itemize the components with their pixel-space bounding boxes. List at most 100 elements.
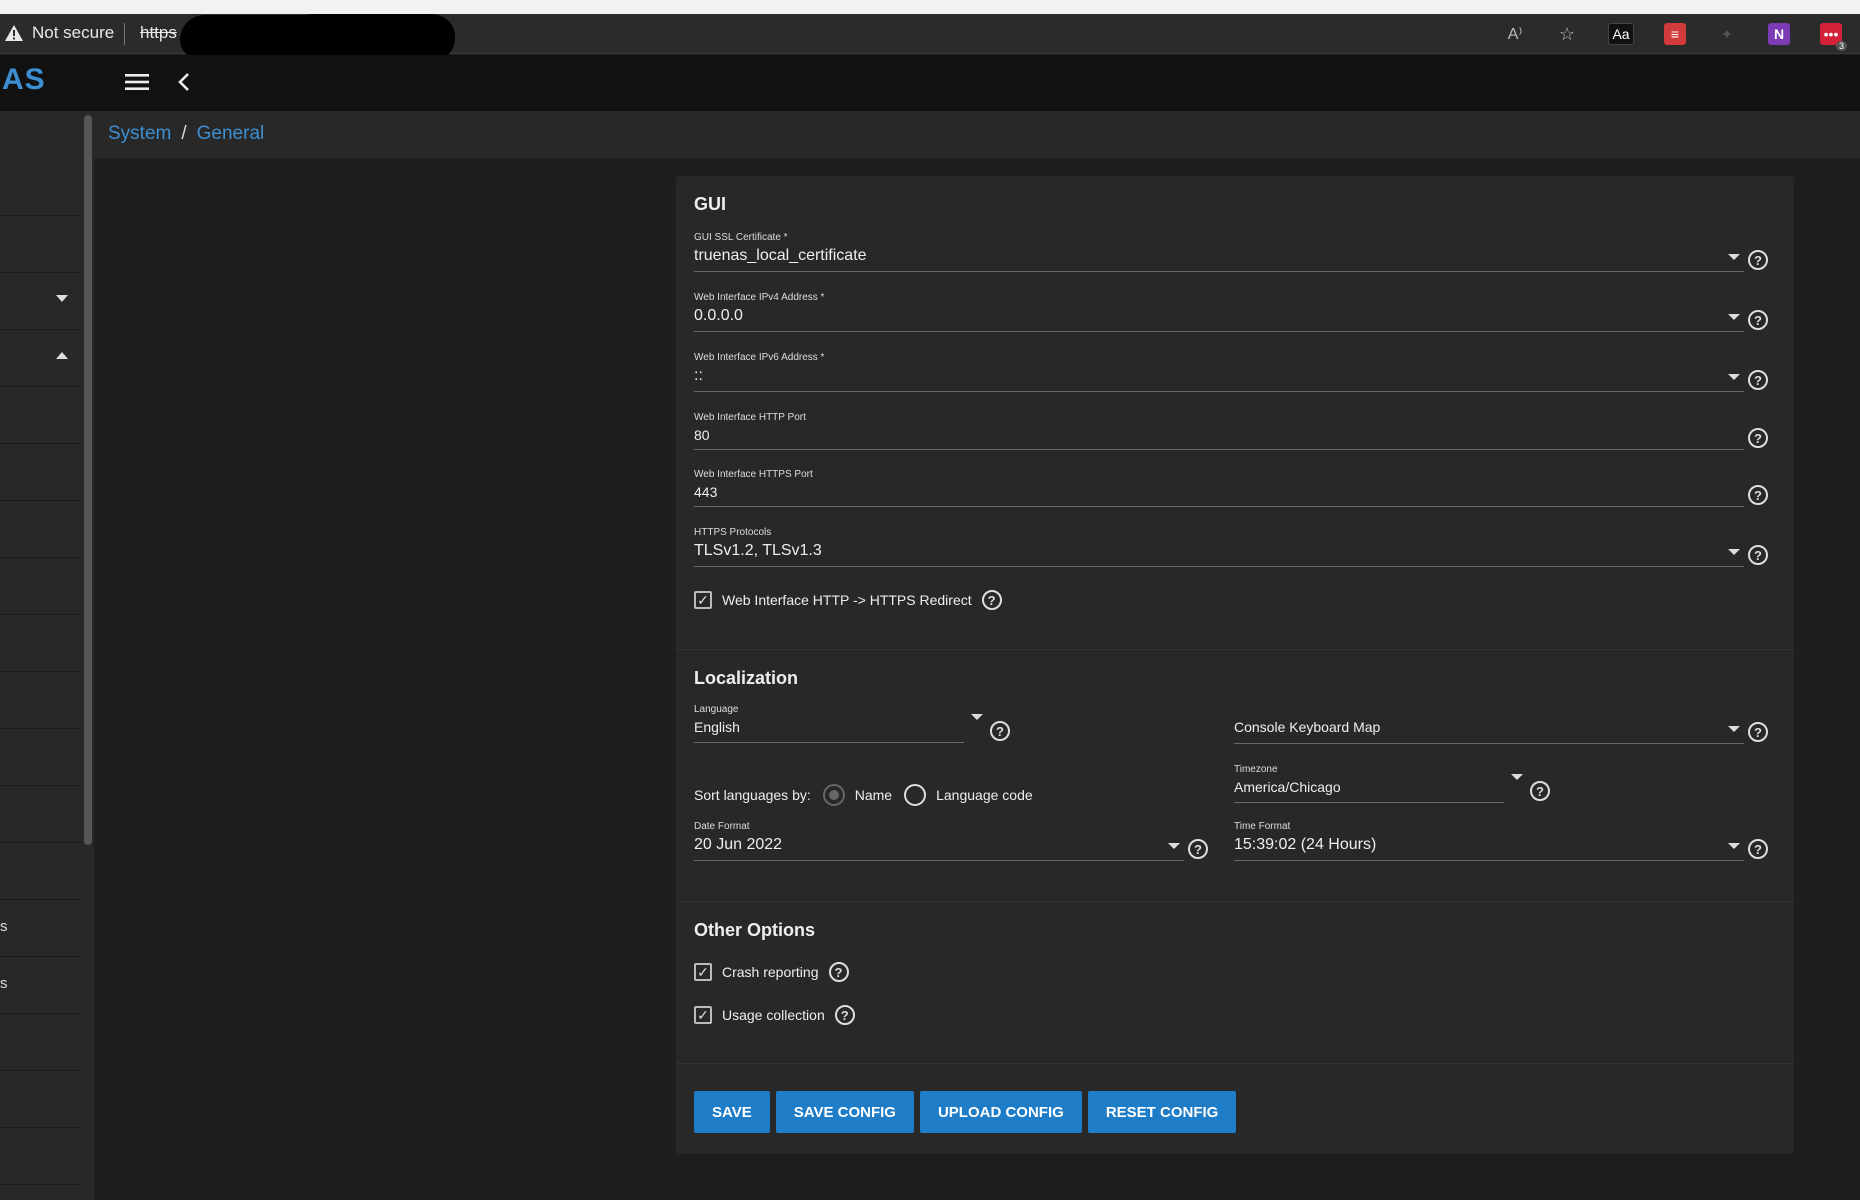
ipv6-address-select[interactable]: Web Interface IPv6 Address * :: ?	[694, 352, 1776, 392]
sidebar: s s	[0, 111, 94, 1200]
app-toolbar: AS	[0, 55, 1860, 111]
help-icon[interactable]: ?	[1748, 428, 1768, 448]
field-value: TLSv1.2, TLSv1.3	[694, 542, 822, 559]
field-underline	[1234, 802, 1504, 803]
https-port-input[interactable]: Web Interface HTTPS Port 443 ?	[694, 469, 1776, 509]
sidebar-item[interactable]	[0, 615, 82, 672]
help-icon[interactable]: ?	[1748, 250, 1768, 270]
notification-extension-icon[interactable]: ••• 3	[1820, 23, 1847, 51]
usage-collection-checkbox-row[interactable]: ✓ Usage collection ?	[694, 1005, 855, 1025]
field-value: English	[694, 719, 740, 735]
hamburger-menu-icon[interactable]	[124, 71, 150, 93]
todoist-extension-icon[interactable]: ≡	[1664, 23, 1686, 45]
sort-by-name-radio[interactable]	[822, 784, 845, 806]
sidebar-item[interactable]	[0, 444, 82, 501]
security-indicator[interactable]: Not secure	[4, 23, 114, 43]
help-icon[interactable]: ?	[990, 721, 1010, 741]
disabled-extension-icon[interactable]: ✦	[1716, 23, 1738, 45]
app-logo[interactable]: AS	[2, 63, 46, 97]
sidebar-item[interactable]	[0, 159, 82, 216]
help-icon[interactable]: ?	[1748, 485, 1768, 505]
console-keyboard-map-select[interactable]: Console Keyboard Map ?	[1234, 704, 1776, 744]
help-icon[interactable]: ?	[981, 590, 1002, 610]
field-underline	[694, 331, 1744, 332]
sidebar-item[interactable]: s	[0, 957, 82, 1014]
sidebar-item[interactable]	[0, 672, 82, 729]
help-icon[interactable]: ?	[1748, 839, 1768, 859]
time-format-select[interactable]: Time Format 15:39:02 (24 Hours) ?	[1234, 821, 1776, 861]
https-redirect-checkbox-row[interactable]: ✓ Web Interface HTTP -> HTTPS Redirect ?	[694, 590, 1002, 610]
field-value: 15:39:02 (24 Hours)	[1234, 836, 1377, 853]
sidebar-item[interactable]	[0, 501, 82, 558]
crash-reporting-checkbox[interactable]: ✓	[694, 963, 712, 981]
url-text[interactable]: https	[140, 23, 177, 43]
dropdown-arrow-icon[interactable]	[1168, 843, 1180, 849]
dropdown-arrow-icon[interactable]	[1728, 549, 1740, 555]
save-config-button[interactable]: SAVE CONFIG	[775, 1091, 914, 1133]
reader-font-icon[interactable]: Aa	[1608, 23, 1634, 45]
sidebar-item[interactable]	[0, 729, 82, 786]
sidebar-scrollbar[interactable]	[84, 115, 92, 845]
sidebar-item[interactable]	[0, 786, 82, 843]
field-underline	[694, 860, 1184, 861]
help-icon[interactable]: ?	[1748, 722, 1768, 742]
language-select[interactable]: Language English ?	[694, 704, 1014, 744]
dropdown-arrow-icon[interactable]	[1728, 843, 1740, 849]
sidebar-item[interactable]	[0, 216, 82, 273]
sidebar-item[interactable]	[0, 558, 82, 615]
reset-config-button[interactable]: RESET CONFIG	[1087, 1091, 1237, 1133]
upload-config-button[interactable]: UPLOAD CONFIG	[919, 1091, 1082, 1133]
sidebar-item[interactable]: s	[0, 900, 82, 957]
dropdown-arrow-icon[interactable]	[1511, 774, 1523, 780]
https-redirect-checkbox[interactable]: ✓	[694, 591, 712, 609]
help-icon[interactable]: ?	[1748, 370, 1768, 390]
field-value: America/Chicago	[1234, 779, 1341, 795]
dropdown-arrow-icon[interactable]	[1728, 374, 1740, 380]
field-value: 0.0.0.0	[694, 307, 743, 324]
help-icon[interactable]: ?	[834, 1005, 855, 1025]
breadcrumb-system[interactable]: System	[108, 123, 171, 145]
usage-collection-checkbox[interactable]: ✓	[694, 1006, 712, 1024]
sidebar-item[interactable]	[0, 1014, 82, 1071]
breadcrumb-general[interactable]: General	[197, 123, 265, 145]
onenote-extension-icon[interactable]: N	[1768, 23, 1790, 45]
dropdown-arrow-icon[interactable]	[971, 714, 983, 720]
dropdown-arrow-icon[interactable]	[1728, 254, 1740, 260]
expand-more-icon	[56, 295, 68, 302]
add-favorite-icon[interactable]: ☆	[1556, 23, 1578, 45]
checkbox-label: Web Interface HTTP -> HTTPS Redirect	[722, 592, 972, 608]
https-protocols-select[interactable]: HTTPS Protocols TLSv1.2, TLSv1.3 ?	[694, 527, 1776, 567]
warning-icon	[5, 25, 23, 41]
sidebar-item[interactable]	[0, 387, 82, 444]
help-icon[interactable]: ?	[1748, 310, 1768, 330]
sort-languages-radio-group: Sort languages by: Name Language code	[694, 784, 1033, 806]
sidebar-item[interactable]	[0, 843, 82, 900]
ipv4-address-select[interactable]: Web Interface IPv4 Address * 0.0.0.0 ?	[694, 292, 1776, 332]
read-aloud-icon[interactable]: A⁾	[1504, 23, 1526, 45]
sidebar-item[interactable]	[0, 1128, 82, 1185]
action-buttons: SAVE SAVE CONFIG UPLOAD CONFIG RESET CON…	[694, 1091, 1237, 1133]
help-icon[interactable]: ?	[1188, 839, 1208, 859]
sidebar-item[interactable]	[0, 1071, 82, 1128]
dropdown-arrow-icon[interactable]	[1728, 726, 1740, 732]
sidebar-item[interactable]	[0, 273, 82, 330]
http-port-input[interactable]: Web Interface HTTP Port 80 ?	[694, 412, 1776, 452]
gui-section: GUI	[694, 194, 1776, 215]
sidebar-item[interactable]	[0, 330, 82, 387]
chevron-left-icon[interactable]	[176, 71, 192, 93]
save-button[interactable]: SAVE	[694, 1091, 770, 1133]
help-icon[interactable]: ?	[1530, 781, 1550, 801]
section-divider	[676, 1063, 1794, 1064]
help-icon[interactable]: ?	[1748, 545, 1768, 565]
date-format-select[interactable]: Date Format 20 Jun 2022 ?	[694, 821, 1214, 861]
field-value: 80	[694, 427, 710, 443]
field-label: Language	[694, 704, 739, 715]
sort-by-language-code-radio[interactable]	[904, 784, 927, 806]
crash-reporting-checkbox-row[interactable]: ✓ Crash reporting ?	[694, 962, 849, 982]
help-icon[interactable]: ?	[828, 962, 849, 982]
dropdown-arrow-icon[interactable]	[1728, 314, 1740, 320]
field-label: Web Interface IPv4 Address *	[694, 292, 825, 303]
timezone-select[interactable]: Timezone America/Chicago ?	[1234, 764, 1554, 804]
field-label: HTTPS Protocols	[694, 527, 772, 538]
gui-ssl-certificate-select[interactable]: GUI SSL Certificate * truenas_local_cert…	[694, 232, 1776, 272]
